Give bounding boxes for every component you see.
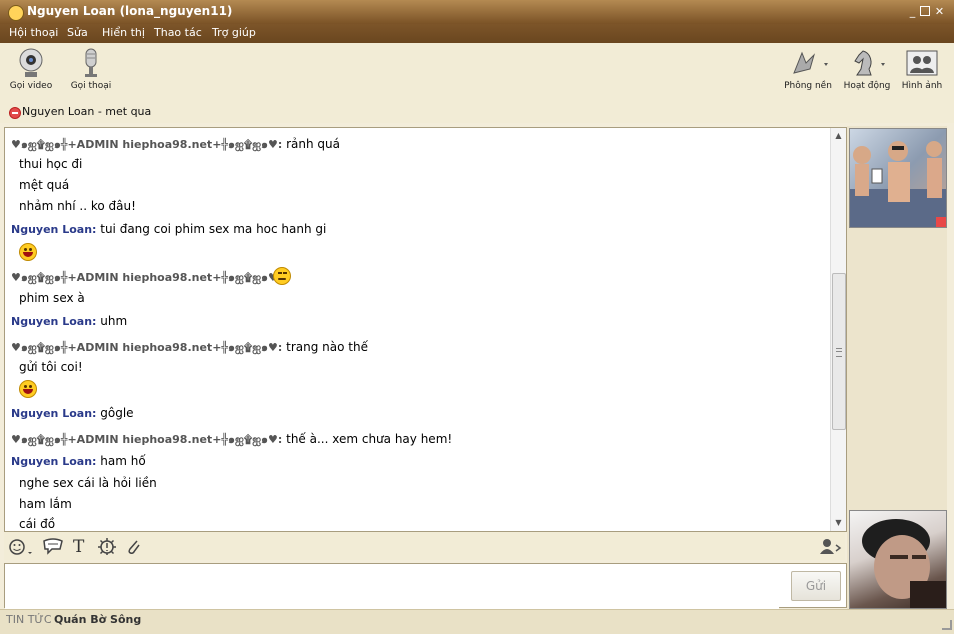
send-button[interactable]: Gửi bbox=[791, 571, 841, 601]
message-input[interactable] bbox=[5, 564, 779, 609]
title-bar: Nguyen Loan (lona_nguyen11) _ ✕ bbox=[0, 0, 954, 24]
background-label: Phông nền bbox=[784, 81, 832, 91]
message-line: ham lắm bbox=[19, 497, 72, 511]
busy-status-icon bbox=[9, 107, 21, 119]
close-icon[interactable]: ✕ bbox=[934, 6, 945, 17]
voice-call-label: Gọi thoại bbox=[70, 81, 112, 91]
background-button[interactable]: Phông nền bbox=[782, 47, 834, 91]
message-text: thế à... xem chưa hay hem! bbox=[286, 432, 453, 446]
sender-nguyen: Nguyen Loan: bbox=[11, 407, 97, 420]
minimize-icon[interactable]: _ bbox=[907, 6, 918, 17]
contact-status-message: met qua bbox=[105, 105, 152, 118]
message-line: ♥๑ஐ۩ஐ๑╬+ADMIN hiephoa98.net+╬๑ஐ۩ஐ๑♥: thế… bbox=[11, 430, 452, 448]
smug-emoticon-icon bbox=[273, 267, 291, 285]
message-line: gửi tôi coi! bbox=[19, 360, 83, 374]
message-line: nhảm nhí .. ko đâu! bbox=[19, 199, 136, 213]
message-line: Nguyen Loan: ham hố bbox=[11, 454, 146, 468]
scroll-up-icon[interactable]: ▲ bbox=[834, 131, 843, 140]
menu-help[interactable]: Trợ giúp bbox=[212, 26, 256, 39]
contact-details-icon[interactable] bbox=[818, 537, 842, 555]
audible-icon[interactable] bbox=[42, 537, 64, 555]
emoticon-picker-icon[interactable] bbox=[8, 537, 36, 555]
sender-nguyen: Nguyen Loan: bbox=[11, 455, 97, 468]
message-line: ♥๑ஐ۩ஐ๑╬+ADMIN hiephoa98.net+╬๑ஐ۩ஐ๑♥: bbox=[11, 268, 282, 286]
format-toolbar: T bbox=[4, 532, 845, 560]
voice-call-button[interactable]: Gọi thoại bbox=[65, 47, 117, 91]
menu-actions[interactable]: Thao tác bbox=[154, 26, 202, 39]
conversation-panel[interactable]: ♥๑ஐ۩ஐ๑╬+ADMIN hiephoa98.net+╬๑ஐ۩ஐ๑♥: rản… bbox=[4, 127, 847, 532]
message-text: gôgle bbox=[100, 406, 134, 420]
sender-admin: ♥๑ஐ۩ஐ๑╬+ADMIN hiephoa98.net+╬๑ஐ۩ஐ๑♥: bbox=[11, 138, 283, 151]
chess-knight-icon bbox=[854, 50, 885, 76]
message-text: ham hố bbox=[100, 454, 146, 468]
webcam-icon bbox=[19, 48, 43, 77]
message-input-area: Gửi bbox=[4, 563, 847, 609]
buzz-icon[interactable] bbox=[97, 537, 117, 555]
text-format-icon[interactable]: T bbox=[73, 537, 84, 557]
activities-button[interactable]: Hoạt động bbox=[841, 47, 893, 91]
sender-admin: ♥๑ஐ۩ஐ๑╬+ADMIN hiephoa98.net+╬๑ஐ۩ஐ๑♥: bbox=[11, 271, 283, 284]
sender-nguyen: Nguyen Loan: bbox=[11, 223, 97, 236]
message-text: uhm bbox=[100, 314, 128, 328]
user-avatar[interactable] bbox=[849, 510, 947, 609]
message-line: ♥๑ஐ۩ஐ๑╬+ADMIN hiephoa98.net+╬๑ஐ۩ஐ๑♥: tra… bbox=[11, 338, 368, 356]
photos-button[interactable]: Hình ảnh bbox=[896, 47, 948, 91]
photo-sharing-icon bbox=[906, 50, 938, 76]
message-line: ♥๑ஐ۩ஐ๑╬+ADMIN hiephoa98.net+╬๑ஐ۩ஐ๑♥: rản… bbox=[11, 135, 340, 153]
video-call-label: Gọi video bbox=[9, 81, 53, 91]
message-text: trang nào thế bbox=[286, 340, 368, 354]
message-line: cái đồ bbox=[19, 517, 56, 531]
window-title: Nguyen Loan (lona_nguyen11) bbox=[27, 4, 233, 18]
paperclip-icon[interactable] bbox=[124, 537, 142, 555]
user-photo-image bbox=[862, 519, 946, 608]
menu-bar: Hội thoại Sửa Hiển thị Thao tác Trợ giúp bbox=[0, 24, 954, 43]
photos-label: Hình ảnh bbox=[901, 81, 943, 91]
microphone-icon bbox=[85, 48, 97, 77]
contact-photo-image bbox=[850, 141, 946, 227]
news-label: TIN TỨC bbox=[6, 613, 52, 626]
video-call-button[interactable]: Gọi video bbox=[5, 47, 57, 91]
sender-admin: ♥๑ஐ۩ஐ๑╬+ADMIN hiephoa98.net+╬๑ஐ۩ஐ๑♥: bbox=[11, 433, 283, 446]
message-line: Nguyen Loan: uhm bbox=[11, 314, 127, 328]
laughing-emoticon-icon bbox=[19, 243, 37, 261]
menu-view[interactable]: Hiển thị bbox=[102, 26, 145, 39]
contact-name: Nguyen Loan bbox=[22, 105, 95, 118]
sender-admin: ♥๑ஐ۩ஐ๑╬+ADMIN hiephoa98.net+╬๑ஐ۩ஐ๑♥: bbox=[11, 341, 283, 354]
toolbar: Gọi video Gọi thoại Phông nền Hoạt động bbox=[0, 43, 954, 102]
laughing-emoticon-icon bbox=[19, 380, 37, 398]
message-line: thui học đi bbox=[19, 157, 83, 171]
contact-status-bar: Nguyen Loan - met qua bbox=[0, 101, 954, 123]
contact-avatar[interactable] bbox=[849, 128, 947, 228]
news-ticker: TIN TỨC Quán Bờ Sông bbox=[0, 609, 954, 634]
news-headline[interactable]: Quán Bờ Sông bbox=[54, 613, 141, 626]
message-line: Nguyen Loan: tui đang coi phim sex ma ho… bbox=[11, 222, 326, 236]
menu-conversation[interactable]: Hội thoại bbox=[9, 26, 58, 39]
messenger-icon bbox=[8, 5, 24, 21]
message-line: mệt quá bbox=[19, 178, 70, 192]
activities-label: Hoạt động bbox=[843, 81, 891, 91]
leaf-icon bbox=[793, 51, 828, 74]
scroll-down-icon[interactable]: ▼ bbox=[834, 518, 843, 527]
message-text: tui đang coi phim sex ma hoc hanh gi bbox=[100, 222, 327, 236]
maximize-icon[interactable] bbox=[920, 6, 930, 16]
contact-status-text: Nguyen Loan - met qua bbox=[22, 105, 151, 118]
sender-nguyen: Nguyen Loan: bbox=[11, 315, 97, 328]
resize-grip-icon[interactable] bbox=[942, 620, 952, 630]
scrollbar-thumb[interactable] bbox=[832, 273, 846, 430]
conversation-scrollbar[interactable]: ▲ ▼ bbox=[830, 128, 846, 531]
message-line: phim sex à bbox=[19, 291, 85, 305]
message-line: nghe sex cái là hỏi liền bbox=[19, 476, 157, 490]
message-line: Nguyen Loan: gôgle bbox=[11, 406, 134, 420]
menu-edit[interactable]: Sửa bbox=[67, 26, 88, 39]
message-text: rảnh quá bbox=[286, 137, 340, 151]
